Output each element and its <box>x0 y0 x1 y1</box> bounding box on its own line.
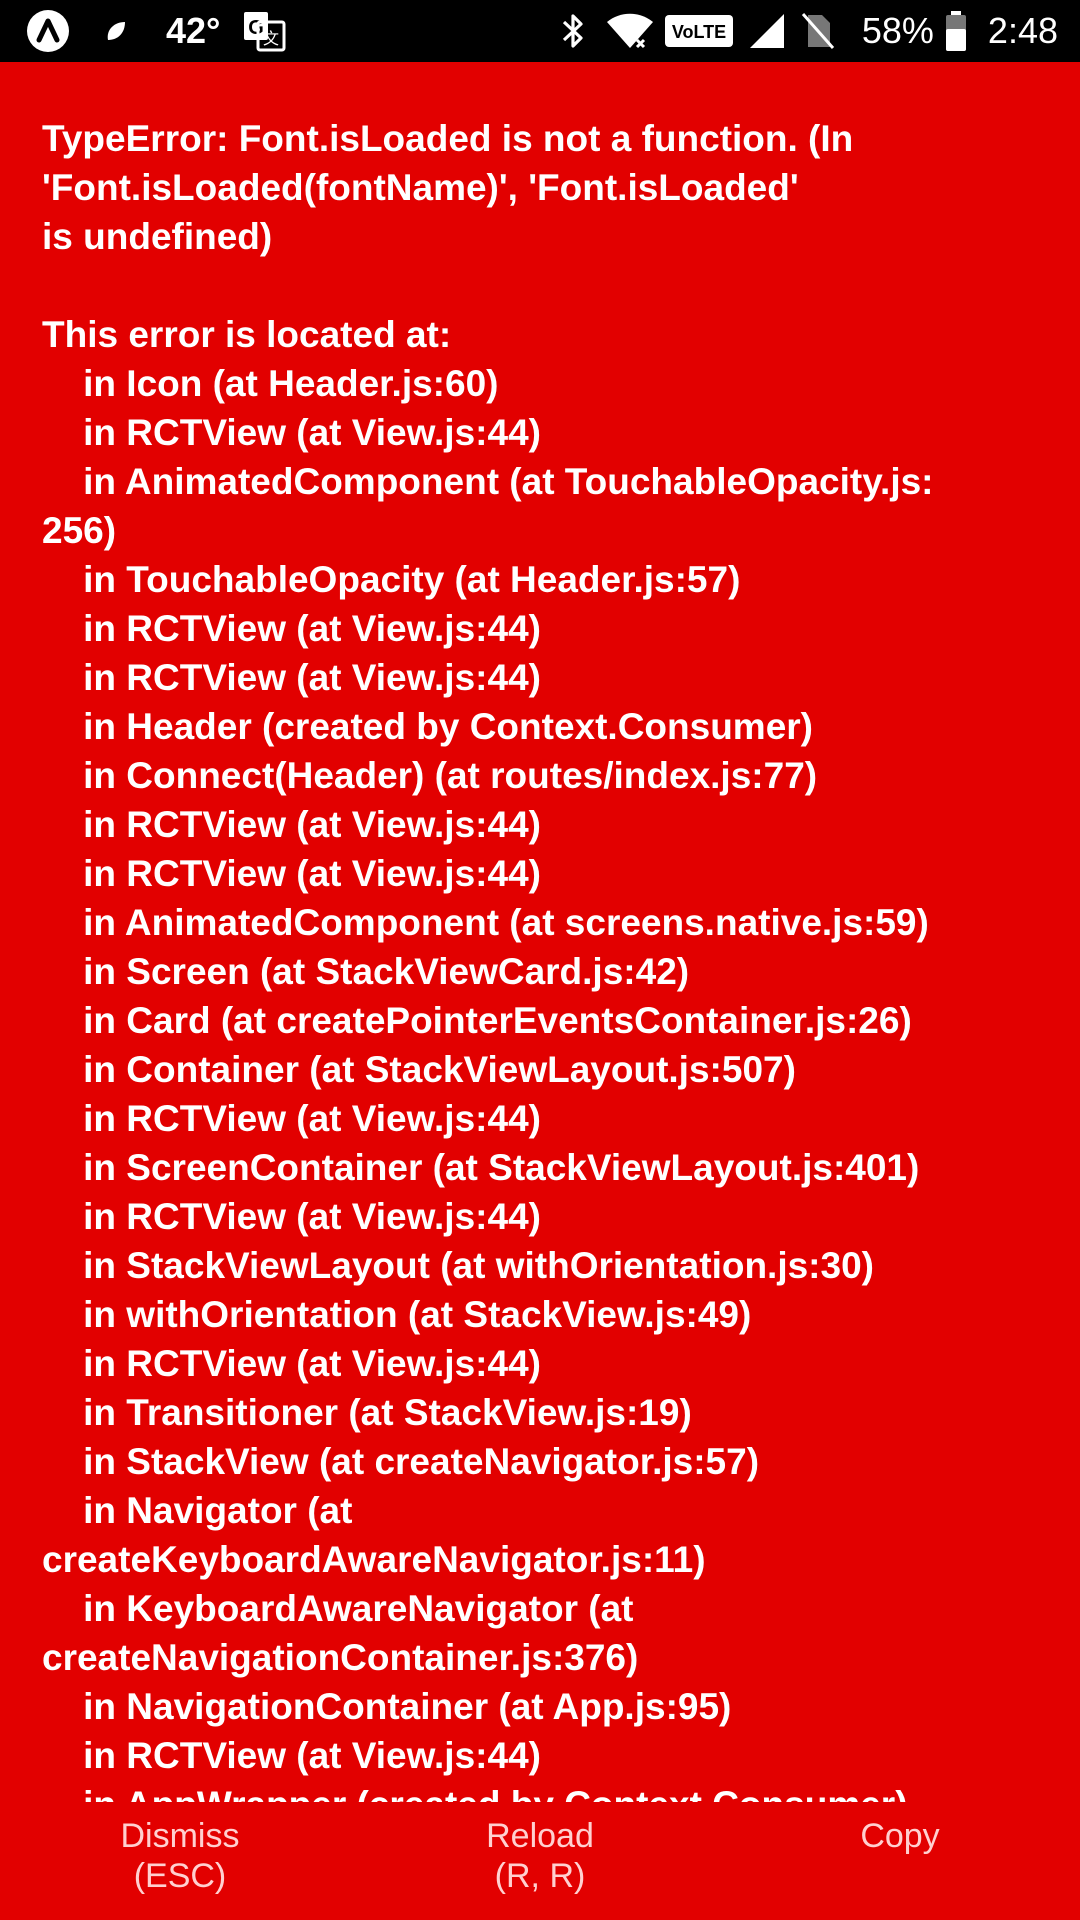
volte-label: VoLTE <box>672 22 726 42</box>
copy-button[interactable]: Copy <box>720 1802 1080 1920</box>
status-bar: 42° G 文 VoLTE 58% 2:48 <box>0 0 1080 62</box>
dismiss-button-label: Dismiss (ESC) <box>120 1817 240 1895</box>
dismiss-button[interactable]: Dismiss (ESC) <box>0 1802 360 1920</box>
no-sim-icon <box>800 11 836 51</box>
clock: 2:48 <box>987 10 1058 51</box>
leaf-icon <box>104 18 128 44</box>
app-logo-icon <box>26 9 70 53</box>
reload-button-label: Reload (R, R) <box>486 1817 594 1895</box>
volte-icon: VoLTE <box>664 14 734 48</box>
copy-button-label: Copy <box>860 1817 940 1855</box>
bluetooth-icon <box>560 12 586 50</box>
battery-percentage: 58% <box>861 10 934 51</box>
error-scroll-area[interactable]: TypeError: Font.isLoaded is not a functi… <box>0 62 1080 1802</box>
error-message: TypeError: Font.isLoaded is not a functi… <box>42 118 934 1802</box>
reload-button[interactable]: Reload (R, R) <box>360 1802 720 1920</box>
error-actions-bar: Dismiss (ESC) Reload (R, R) Copy <box>0 1802 1080 1920</box>
wifi-icon <box>606 12 654 50</box>
status-bar-right: VoLTE 58% 2:48 <box>560 0 1058 62</box>
temperature: 42° <box>166 10 221 51</box>
svg-text:G: G <box>249 17 265 39</box>
svg-text:文: 文 <box>263 29 279 48</box>
battery-icon <box>944 10 968 52</box>
status-bar-left: 42° G 文 <box>26 0 286 62</box>
signal-icon <box>748 12 786 50</box>
translate-icon: G 文 <box>242 10 286 52</box>
